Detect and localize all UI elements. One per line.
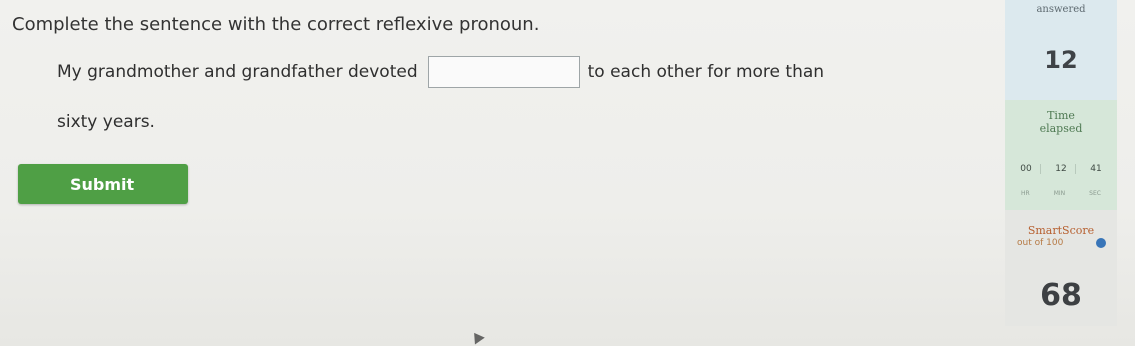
time-elapsed-panel: Time elapsed 00 12 41 HR MIN SEC	[1005, 100, 1117, 210]
question-instructions: Complete the sentence with the correct r…	[12, 14, 540, 35]
smartscore-value: 68	[1040, 278, 1082, 313]
question-area: Complete the sentence with the correct r…	[0, 0, 1005, 346]
time-label-line2: elapsed	[1039, 122, 1083, 135]
sentence-text-after: to each other for more than	[587, 62, 825, 82]
timer-seconds-unit: SEC	[1089, 190, 1101, 197]
answer-input[interactable]	[427, 56, 580, 88]
timer-units: HR MIN SEC	[1009, 190, 1113, 197]
submit-button[interactable]: Submit	[18, 164, 188, 204]
timer-minutes-unit: MIN	[1053, 190, 1066, 197]
mouse-cursor-icon	[469, 329, 485, 345]
sentence-line-1: My grandmother and grandfather devoted t…	[57, 56, 824, 88]
answered-label: answered	[1036, 4, 1086, 15]
smartscore-sublabel: out of 100	[1017, 238, 1064, 248]
info-icon[interactable]	[1095, 237, 1107, 249]
timer-seconds: 41	[1090, 164, 1102, 174]
questions-answered-count: 12	[1044, 46, 1078, 74]
timer-minutes: 12	[1047, 164, 1076, 174]
practice-page: Complete the sentence with the correct r…	[0, 0, 1135, 346]
timer-hours: 00	[1012, 164, 1041, 174]
timer-hours-unit: HR	[1021, 190, 1030, 197]
sentence-line-2: sixty years.	[57, 112, 155, 132]
sentence-text-before: My grandmother and grandfather devoted	[57, 62, 418, 82]
time-elapsed-label: Time elapsed	[1005, 109, 1117, 135]
time-label-line1: Time	[1047, 109, 1075, 122]
timer-digits: 00 12 41	[1009, 164, 1113, 174]
progress-sidebar: answered 12 Time elapsed 00 12 41 HR MIN…	[1005, 0, 1135, 346]
smartscore-panel: SmartScore out of 100 68	[1005, 210, 1117, 326]
questions-answered-panel: answered 12	[1005, 0, 1117, 100]
smartscore-label: SmartScore	[1027, 224, 1095, 237]
